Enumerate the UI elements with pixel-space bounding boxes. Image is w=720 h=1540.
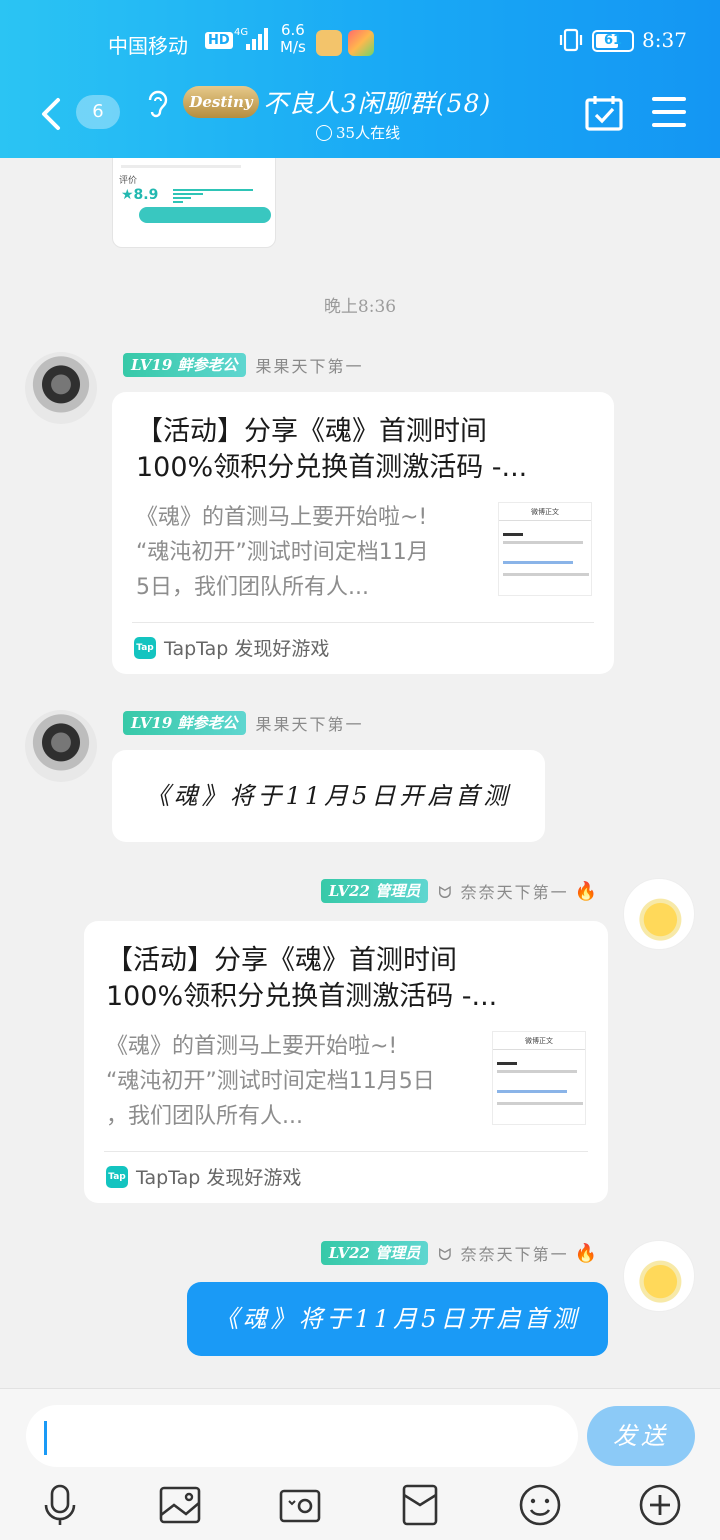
- online-count: 35人在线: [316, 122, 400, 143]
- plus-icon[interactable]: [638, 1483, 682, 1527]
- sender-nickname[interactable]: ᗢ 奈奈天下第一: [438, 879, 568, 903]
- text-caret: [44, 1421, 47, 1455]
- message-input[interactable]: [26, 1405, 578, 1467]
- card-thumbnail: 微博正文: [498, 502, 592, 596]
- chat-header: 中国移动 HD 4G 6.6 M/s 61 8:37 6 Destiny 不良人3…: [0, 0, 720, 158]
- sender-tag: LV19 鲜参老公 果果天下第一: [123, 352, 364, 378]
- sender-tag: LV22 管理员 ᗢ 奈奈天下第一 🔥: [320, 1240, 597, 1266]
- menu-icon[interactable]: [652, 97, 686, 127]
- level-badge: LV19 鲜参老公: [123, 711, 246, 735]
- hd-badge: HD: [205, 32, 233, 49]
- online-status-icon: [316, 125, 332, 141]
- card-source: Tap TapTap 发现好游戏: [134, 634, 329, 661]
- image-icon[interactable]: [158, 1483, 202, 1527]
- avatar[interactable]: [623, 1240, 695, 1312]
- carrier-label: 中国移动: [108, 34, 188, 58]
- fire-icon: 🔥: [574, 1242, 597, 1264]
- unread-count-badge[interactable]: 6: [76, 95, 120, 129]
- ear-mode-icon[interactable]: [144, 88, 170, 118]
- avatar[interactable]: [623, 878, 695, 950]
- sender-nickname[interactable]: 果果天下第一: [256, 353, 364, 377]
- level-badge: LV22 管理员: [320, 1241, 429, 1265]
- message-list[interactable]: 评价 ★8.9 晚上8:36 LV19 鲜参老公 果果天下第一 【活动】分享《魂…: [0, 158, 720, 1388]
- composer: 发送: [0, 1388, 720, 1540]
- clock: 8:37: [642, 28, 687, 52]
- send-button[interactable]: 发送: [587, 1406, 695, 1466]
- vibrate-icon: [559, 28, 583, 52]
- share-card[interactable]: 【活动】分享《魂》首测时间 100%领积分兑换首测激活码 -... 《魂》的首测…: [84, 921, 608, 1203]
- card-title: 【活动】分享《魂》首测时间 100%领积分兑换首测激活码 -...: [136, 416, 528, 483]
- card-description: 《魂》的首测马上要开始啦~! “魂沌初开”测试时间定档11月 5日，我们团队所有…: [136, 505, 429, 600]
- card-title: 【活动】分享《魂》首测时间 100%领积分兑换首测激活码 -...: [106, 945, 498, 1012]
- sender-tag: LV19 鲜参老公 果果天下第一: [123, 710, 364, 736]
- card-action-button: [139, 207, 271, 223]
- emoji-icon[interactable]: [518, 1483, 562, 1527]
- message-bubble[interactable]: 《魂》将于11月5日开启首测: [187, 1282, 608, 1356]
- card-source: Tap TapTap 发现好游戏: [106, 1163, 301, 1190]
- app-notification-icon: [348, 30, 374, 56]
- signal-icon: [246, 28, 272, 50]
- microphone-icon[interactable]: [38, 1483, 82, 1527]
- message-bubble[interactable]: 《魂》将于11月5日开启首测: [112, 750, 545, 842]
- battery-level: 61: [603, 33, 623, 48]
- share-card[interactable]: 【活动】分享《魂》首测时间 100%领积分兑换首测激活码 -... 《魂》的首测…: [112, 392, 614, 674]
- avatar[interactable]: [25, 352, 97, 424]
- sender-tag: LV22 管理员 ᗢ 奈奈天下第一 🔥: [320, 878, 597, 904]
- card-description: 《魂》的首测马上要开始啦~! “魂沌初开”测试时间定档11月5日 ，我们团队所有…: [106, 1034, 435, 1129]
- level-badge: LV19 鲜参老公: [123, 353, 246, 377]
- taptap-icon: Tap: [134, 636, 156, 659]
- red-packet-icon[interactable]: [398, 1483, 442, 1527]
- group-title[interactable]: 不良人3闲聊群(58): [263, 84, 491, 120]
- camera-icon[interactable]: [278, 1483, 322, 1527]
- card-thumbnail: 微博正文: [492, 1031, 586, 1125]
- group-logo-badge: Destiny: [183, 86, 259, 118]
- network-speed: 6.6 M/s: [280, 21, 306, 56]
- back-icon[interactable]: [36, 96, 66, 132]
- previous-share-card[interactable]: 评价 ★8.9: [112, 158, 276, 248]
- app-notification-icon: [316, 30, 342, 56]
- avatar[interactable]: [25, 710, 97, 782]
- rating-label: 评价: [119, 176, 138, 186]
- fire-icon: 🔥: [574, 880, 597, 902]
- rating-score: ★8.9: [121, 187, 159, 203]
- time-separator: 晚上8:36: [323, 297, 397, 317]
- sender-nickname[interactable]: ᗢ 奈奈天下第一: [438, 1241, 568, 1265]
- taptap-icon: Tap: [106, 1165, 128, 1188]
- rating-histogram: [173, 189, 253, 203]
- calendar-check-icon[interactable]: [584, 94, 624, 132]
- battery-icon: 61: [592, 30, 634, 52]
- status-bar: 中国移动 HD 4G 6.6 M/s 61 8:37: [0, 22, 720, 62]
- sender-nickname[interactable]: 果果天下第一: [256, 711, 364, 735]
- level-badge: LV22 管理员: [320, 879, 429, 903]
